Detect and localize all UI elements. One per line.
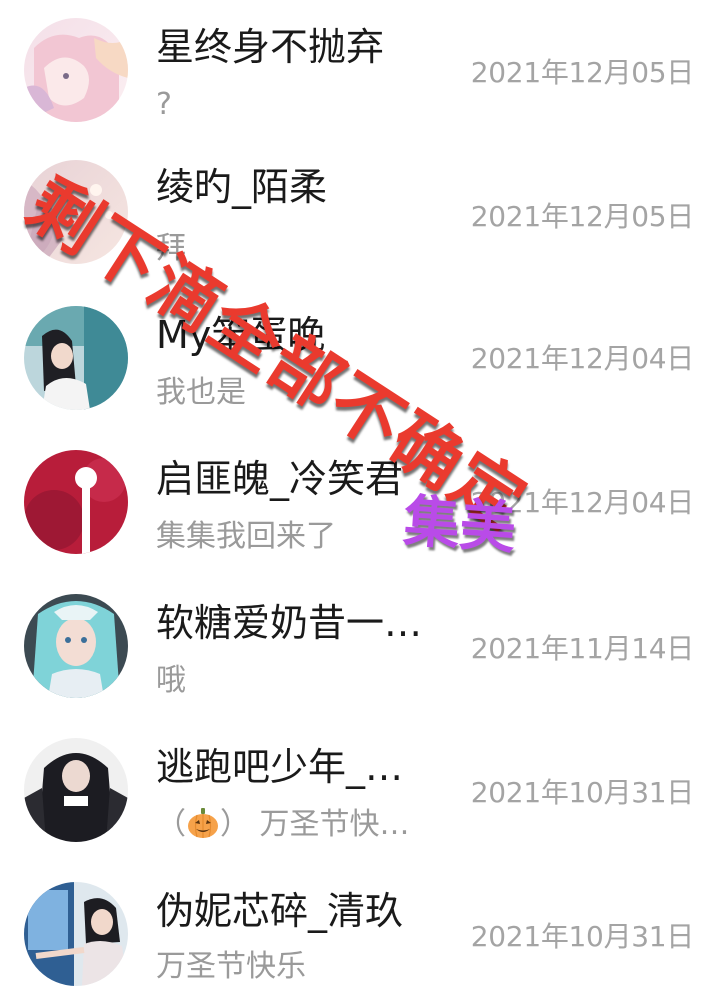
message-preview: 我也是 [156, 375, 246, 410]
message-date: 2021年12月05日 [470, 56, 695, 89]
contact-name: 逃跑吧少年_… [156, 745, 404, 789]
chat-item[interactable]: My笨蛋晚 我也是 2021年12月04日 [0, 288, 720, 432]
message-date: 2021年12月04日 [470, 486, 695, 519]
contact-name: My笨蛋晚 [156, 313, 326, 357]
message-date: 2021年10月31日 [470, 920, 695, 953]
message-preview: 哦 [156, 663, 186, 698]
message-preview: 集集我回来了 [156, 519, 336, 554]
message-date: 2021年10月31日 [470, 776, 695, 809]
message-date: 2021年12月04日 [470, 342, 695, 375]
chat-item[interactable]: 启匪魄_冷笑君 集集我回来了 2021年12月04日 [0, 432, 720, 576]
message-preview: （ ） 万圣节快… [156, 806, 410, 844]
chat-item[interactable]: 伪妮芯碎_清玖 万圣节快乐 2021年10月31日 [0, 864, 720, 1008]
avatar[interactable] [24, 18, 128, 122]
chat-item[interactable]: 绫旳_陌柔 拜 2021年12月05日 [0, 144, 720, 288]
preview-open-paren: （ [156, 807, 186, 842]
preview-text: ） 万圣节快… [220, 807, 410, 842]
contact-name: 启匪魄_冷笑君 [156, 457, 404, 501]
message-date: 2021年12月05日 [470, 200, 695, 233]
pumpkin-icon [188, 808, 218, 838]
contact-name: 伪妮芯碎_清玖 [156, 889, 404, 933]
message-preview: 拜 [156, 231, 186, 266]
avatar[interactable] [24, 450, 128, 554]
chat-item[interactable]: 软糖爱奶昔一… 哦 2021年11月14日 [0, 576, 720, 720]
contact-name: 绫旳_陌柔 [156, 165, 328, 209]
avatar[interactable] [24, 882, 128, 986]
chat-item[interactable]: 星终身不抛弃 ? 2021年12月05日 [0, 0, 720, 144]
chat-item[interactable]: 逃跑吧少年_… （ ） 万圣节快… 2021年10月31日 [0, 720, 720, 864]
chat-list: 星终身不抛弃 ? 2021年12月05日 绫旳_陌柔 拜 2021年12月05日… [0, 0, 720, 1006]
avatar[interactable] [24, 306, 128, 410]
avatar[interactable] [24, 738, 128, 842]
message-preview: ? [156, 87, 172, 122]
avatar[interactable] [24, 160, 128, 264]
avatar[interactable] [24, 594, 128, 698]
message-date: 2021年11月14日 [470, 632, 695, 665]
contact-name: 软糖爱奶昔一… [156, 601, 423, 645]
message-preview: 万圣节快乐 [156, 949, 306, 984]
contact-name: 星终身不抛弃 [156, 25, 385, 69]
